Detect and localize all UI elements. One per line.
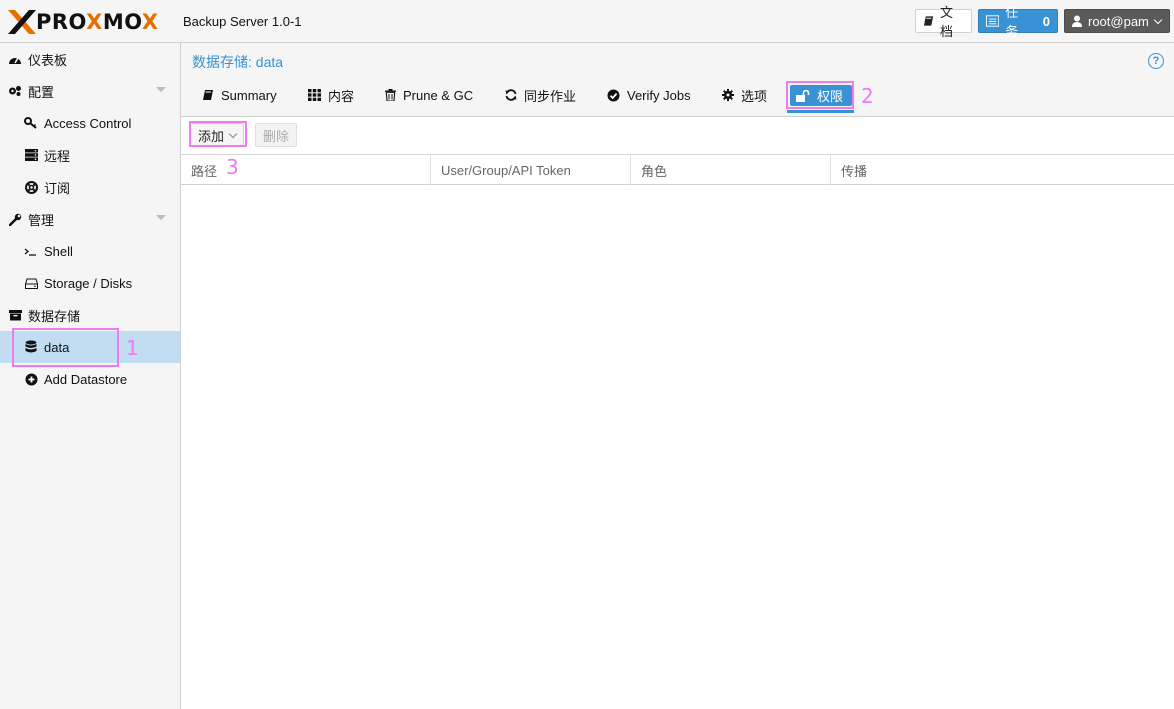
book-icon	[923, 16, 934, 26]
sidebar-item-add-datastore[interactable]: Add Datastore	[0, 363, 180, 395]
annotation-number-3: 3	[226, 155, 239, 179]
collapse-caret-icon[interactable]	[156, 215, 166, 220]
proxmox-logo[interactable]: PROXMOX	[8, 9, 159, 35]
sidebar-item-dashboard[interactable]: 仪表板	[0, 43, 180, 75]
tab-summary[interactable]: Summary	[196, 81, 283, 109]
sidebar-item-storage-disks[interactable]: Storage / Disks	[0, 267, 180, 299]
page-title: 数据存储: data	[192, 54, 284, 70]
user-menu-button[interactable]: root@pam	[1064, 9, 1170, 33]
column-header-path[interactable]: 路径	[181, 155, 431, 185]
wrench-icon	[8, 212, 22, 226]
tasks-button[interactable]: 任务 0	[978, 5, 1058, 39]
collapse-caret-icon[interactable]	[156, 87, 166, 92]
trash-icon	[385, 89, 396, 101]
logo-text: PROXMOX	[36, 10, 159, 34]
list-icon	[986, 15, 1000, 27]
main-panel: 数据存储: data ? Summary 内容 Prune & GC 同步作业 …	[181, 43, 1174, 709]
toolbar: 添加 删除	[181, 117, 1174, 155]
gear-icon	[722, 89, 734, 101]
user-icon	[1072, 15, 1082, 27]
terminal-icon	[24, 244, 38, 258]
grid-icon	[308, 89, 321, 101]
sidebar-item-shell[interactable]: Shell	[0, 235, 180, 267]
docs-button[interactable]: 文档	[915, 5, 972, 39]
column-header-user[interactable]: User/Group/API Token	[431, 155, 631, 185]
proxmox-x-icon	[8, 10, 36, 34]
panel-header: 数据存储: data ? Summary 内容 Prune & GC 同步作业 …	[181, 43, 1174, 117]
permissions-grid-header: 路径 User/Group/API Token 角色 传播	[181, 155, 1174, 185]
help-icon[interactable]: ?	[1148, 53, 1164, 69]
sidebar-item-remotes[interactable]: 远程	[0, 139, 180, 171]
sidebar-item-subscription[interactable]: 订阅	[0, 171, 180, 203]
remove-button[interactable]: 删除	[255, 123, 297, 147]
key-icon	[24, 116, 38, 130]
version-label: Backup Server 1.0-1	[183, 14, 302, 29]
archive-icon	[8, 308, 22, 322]
permissions-grid-body	[181, 185, 1174, 709]
annotation-box-1	[12, 328, 119, 367]
sidebar-item-datastore[interactable]: 数据存储	[0, 299, 180, 331]
tasks-count: 0	[1042, 13, 1050, 29]
dashboard-icon	[8, 52, 22, 66]
support-icon	[24, 180, 38, 194]
tab-options[interactable]: 选项	[716, 81, 773, 109]
annotation-number-2: 2	[861, 84, 874, 108]
tab-content[interactable]: 内容	[302, 81, 360, 109]
chevron-down-icon	[1153, 15, 1163, 24]
column-header-role[interactable]: 角色	[631, 155, 831, 185]
gears-icon	[8, 84, 22, 98]
sidebar: 仪表板 配置 Access Control 远程 订阅 管理 Shell Sto…	[0, 43, 181, 709]
sidebar-item-administration[interactable]: 管理	[0, 203, 180, 235]
active-tab-indicator	[787, 110, 854, 113]
hdd-icon	[24, 276, 38, 290]
refresh-icon	[505, 89, 517, 101]
book-icon	[203, 90, 213, 100]
check-circle-icon	[607, 89, 620, 101]
top-bar: PROXMOX Backup Server 1.0-1 文档 任务 0 root…	[0, 0, 1174, 43]
sidebar-item-access-control[interactable]: Access Control	[0, 107, 180, 139]
column-header-propagate[interactable]: 传播	[831, 155, 1174, 185]
server-icon	[24, 148, 38, 162]
annotation-number-1: 1	[126, 336, 139, 360]
plus-circle-icon	[24, 372, 38, 386]
tab-verify-jobs[interactable]: Verify Jobs	[601, 81, 697, 109]
tab-prune-gc[interactable]: Prune & GC	[379, 81, 479, 109]
annotation-box-3	[189, 121, 247, 147]
tab-sync-jobs[interactable]: 同步作业	[499, 81, 582, 109]
annotation-box-2	[786, 81, 854, 109]
sidebar-item-config[interactable]: 配置	[0, 75, 180, 107]
